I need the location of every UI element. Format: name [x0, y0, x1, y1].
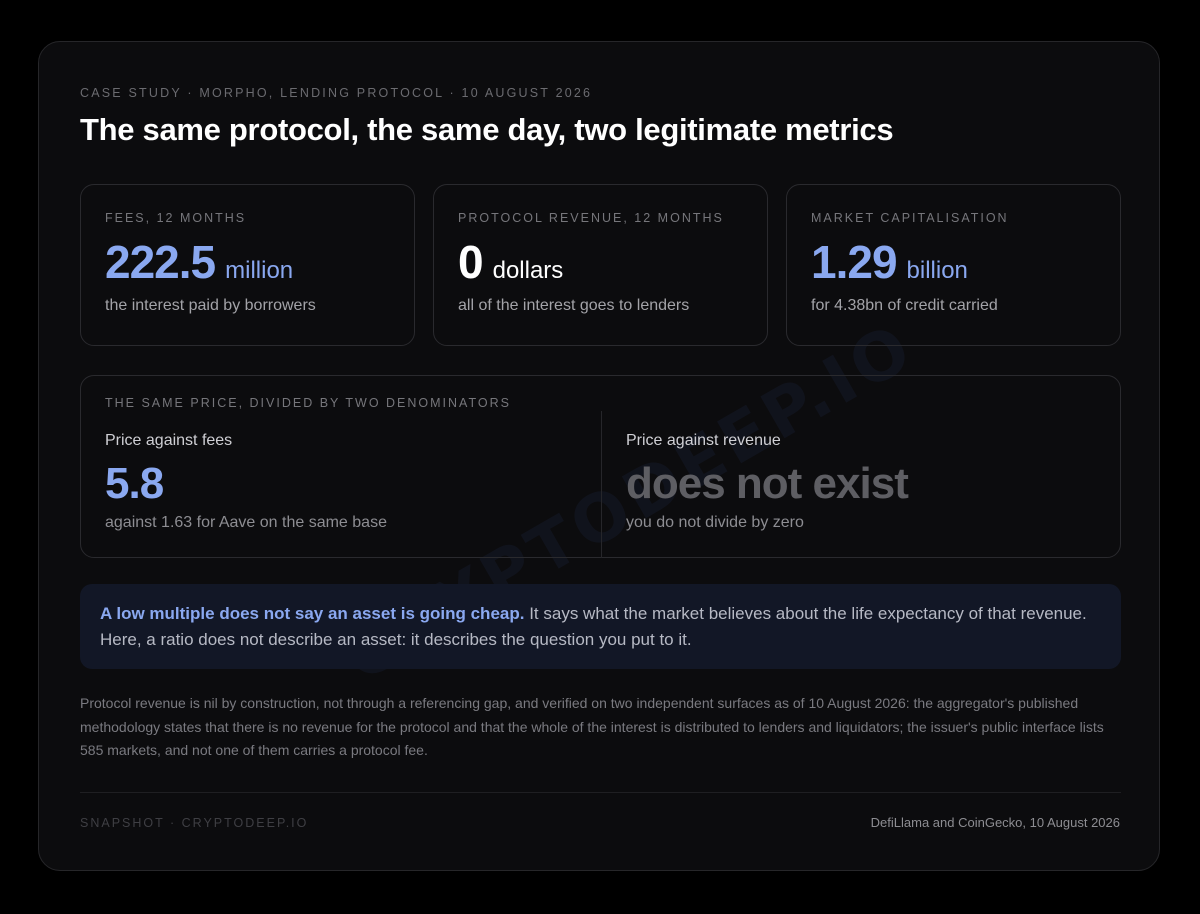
metric-description: for 4.38bn of credit carried — [811, 297, 998, 314]
metric-value: 0 — [458, 236, 484, 288]
footer-snapshot: SNAPSHOT · CRYPTODEEP.IO — [80, 816, 309, 830]
ratio-title: Price against fees — [105, 432, 233, 449]
eyebrow: CASE STUDY · MORPHO, LENDING PROTOCOL · … — [80, 86, 593, 100]
metric-value: 222.5 — [105, 236, 216, 288]
footnote: Protocol revenue is nil by construction,… — [80, 695, 1104, 758]
case-study-card: CRYPTODEEP.IO CASE STUDY · MORPHO, LENDI… — [38, 41, 1160, 871]
ratio-column-fees: Price against fees 5.8 against 1.63 for … — [105, 432, 387, 532]
column-divider — [601, 411, 602, 558]
metric-value: 1.29 — [811, 236, 898, 288]
metric-card-market-cap: MARKET CAPITALISATION 1.29 billion for 4… — [786, 184, 1121, 346]
comparison-label: THE SAME PRICE, DIVIDED BY TWO DENOMINAT… — [105, 396, 511, 410]
ratio-value: 5.8 — [105, 459, 164, 508]
ratio-subtext: you do not divide by zero — [626, 514, 804, 531]
footer-divider — [80, 792, 1121, 793]
ratio-subtext: against 1.63 for Aave on the same base — [105, 514, 387, 531]
metric-description: all of the interest goes to lenders — [458, 297, 690, 314]
metric-card-revenue: PROTOCOL REVENUE, 12 MONTHS 0 dollars al… — [433, 184, 768, 346]
metric-label: MARKET CAPITALISATION — [811, 211, 1009, 225]
callout-box: A low multiple does not say an asset is … — [80, 584, 1121, 669]
callout-emphasis: A low multiple does not say an asset is … — [100, 604, 525, 623]
metric-description: the interest paid by borrowers — [105, 297, 316, 314]
metric-unit: dollars — [492, 257, 564, 284]
metric-card-fees: FEES, 12 MONTHS 222.5 million the intere… — [80, 184, 415, 346]
metric-value-line: 222.5 million — [105, 235, 390, 288]
metric-value-line: 1.29 billion — [811, 235, 1096, 288]
ratio-column-revenue: Price against revenue does not exist you… — [626, 432, 909, 532]
ratio-value: does not exist — [626, 459, 909, 508]
footer-sources: DefiLlama and CoinGecko, 10 August 2026 — [870, 815, 1120, 830]
page-title: The same protocol, the same day, two leg… — [80, 112, 894, 147]
metric-unit: billion — [906, 257, 968, 284]
metric-value-line: 0 dollars — [458, 235, 743, 288]
metric-label: PROTOCOL REVENUE, 12 MONTHS — [458, 211, 724, 225]
ratio-comparison-panel: THE SAME PRICE, DIVIDED BY TWO DENOMINAT… — [80, 375, 1121, 558]
metric-label: FEES, 12 MONTHS — [105, 211, 247, 225]
ratio-title: Price against revenue — [626, 432, 781, 449]
metric-unit: million — [225, 257, 294, 284]
